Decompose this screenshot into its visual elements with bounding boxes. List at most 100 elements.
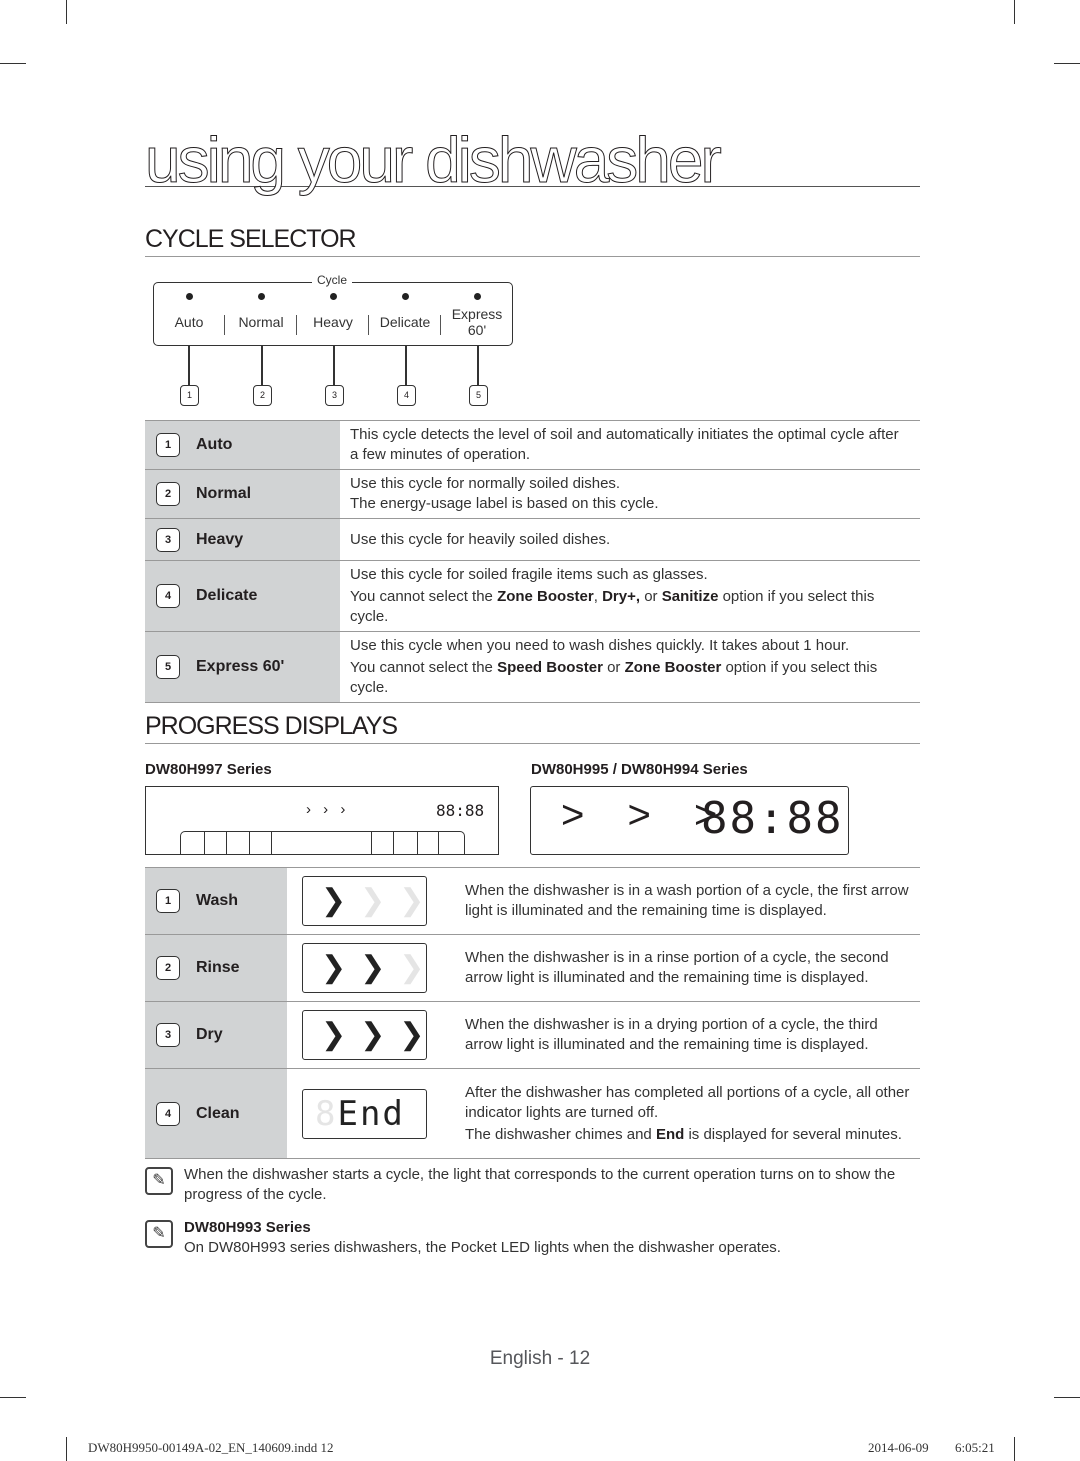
cycle-table: 1 Auto This cycle detects the level of so… [145, 420, 920, 703]
crop-mark [0, 63, 26, 64]
table-row: 2 Rinse ❯ ❯ ❯ When the dishwasher is in a… [145, 934, 920, 1002]
display-cell: ❯ ❯ ❯ [287, 934, 455, 1002]
time-readout: 88:88 [701, 793, 844, 844]
panel-separator [368, 315, 369, 335]
tray-segment [418, 832, 439, 854]
display-illustration-end: 8End [302, 1088, 427, 1139]
note-title: DW80H993 Series [184, 1219, 311, 1236]
cycle-name: Normal [196, 485, 252, 502]
panel-separator [296, 315, 297, 335]
description-line: The energy-usage label is based on this … [350, 495, 659, 512]
slug-time: 6:05:21 [955, 1440, 995, 1455]
crop-mark [1014, 1437, 1015, 1461]
arrow-indicator-on: ❯ [321, 884, 347, 917]
note-icon: ✎ [145, 1167, 173, 1195]
arrow-indicator-on: ❯ [360, 1018, 386, 1051]
indicator-dot [473, 293, 481, 300]
table-row: 1 Wash ❯ ❯ ❯ When the dishwasher is in a … [145, 867, 920, 935]
callout-number: 2 [253, 385, 272, 406]
panel-button-label: Normal [238, 314, 284, 330]
panel-button-delicate: Delicate [370, 293, 440, 330]
cycle-label-cell: 4 Delicate [145, 560, 340, 632]
description-line: Use this cycle for normally soiled dishe… [350, 475, 621, 492]
leader-line [333, 345, 335, 385]
note-body: DW80H993 Series On DW80H993 series dishw… [184, 1218, 781, 1258]
stage-description: When the dishwasher is in a rinse portio… [465, 949, 889, 986]
description-line: This cycle detects the level of soil and… [350, 426, 899, 463]
cycle-description: Use this cycle for normally soiled dishe… [340, 470, 920, 519]
stage-label-cell: 3 Dry [145, 1001, 287, 1069]
progress-table: 1 Wash ❯ ❯ ❯ When the dishwasher is in a … [145, 867, 920, 1159]
slug-date: 2014-06-09 [868, 1440, 929, 1455]
end-readout: 8End [315, 1094, 405, 1134]
panel-button-auto: Auto [154, 293, 224, 330]
arrow-indicator-on: ❯ [399, 1018, 425, 1051]
option-name: Zone Booster [497, 588, 594, 605]
tray-segment [439, 832, 464, 854]
stage-description: When the dishwasher is in a drying porti… [465, 1016, 878, 1053]
stage-description: When the dishwasher is in a wash portion… [465, 882, 909, 919]
restriction-line: You cannot select the Speed Booster or Z… [350, 658, 910, 698]
cycle-description: Use this cycle for heavily soiled dishes… [340, 519, 920, 561]
stage-number-badge: 2 [156, 956, 180, 980]
arrow-indicator-off: ❯ [399, 884, 425, 917]
series-label-dw80h997: DW80H997 Series [145, 761, 272, 778]
note: ✎ DW80H993 Series On DW80H993 series dis… [145, 1218, 905, 1258]
display-word: End [655, 1125, 685, 1143]
panel-button-heavy: Heavy [298, 293, 368, 330]
panel-button-normal: Normal [226, 293, 296, 330]
display-cell: 8End [287, 1068, 455, 1159]
display-illustration-rinse: ❯ ❯ ❯ [302, 943, 427, 993]
indicator-dot [257, 293, 265, 300]
indicator-dot [401, 293, 409, 300]
cycle-description: This cycle detects the level of soil and… [340, 421, 920, 470]
table-row: 1 Auto This cycle detects the level of so… [145, 420, 920, 470]
cycle-label-cell: 1 Auto [145, 420, 340, 470]
note-icon: ✎ [145, 1220, 173, 1248]
text: You cannot select the [350, 588, 498, 605]
unlit-digit: 8 [315, 1093, 338, 1134]
display-diagram-dw80h997: › › › 88:88 [145, 786, 499, 855]
stage-name: Dry [196, 1026, 223, 1043]
description-line: After the dishwasher has completed all p… [465, 1083, 910, 1121]
display-cell: ❯ ❯ ❯ [287, 867, 455, 935]
arrow-indicator-on: ❯ [360, 951, 386, 984]
crop-mark [66, 0, 67, 24]
text: You cannot select the [350, 659, 498, 676]
cycle-number-badge: 2 [156, 482, 180, 506]
description-line: Use this cycle when you need to wash dis… [350, 637, 850, 654]
tray-segment [227, 832, 250, 854]
description-line: Use this cycle for soiled fragile items … [350, 566, 708, 583]
option-name: Zone Booster [624, 659, 722, 676]
arrow-indicator-off: ❯ [399, 951, 425, 984]
callout-number: 5 [469, 385, 488, 406]
display-illustration-dry: ❯ ❯ ❯ [302, 1010, 427, 1060]
end-text: End [337, 1093, 405, 1134]
table-row: 4 Clean 8End After the dishwasher has com… [145, 1068, 920, 1159]
table-row: 5 Express 60' Use this cycle when you nee… [145, 631, 920, 703]
description-line: The dishwasher chimes and End is display… [465, 1125, 910, 1145]
display-cell: ❯ ❯ ❯ [287, 1001, 455, 1069]
stage-number-badge: 4 [156, 1101, 180, 1126]
panel-separator [440, 315, 441, 335]
stage-description: After the dishwasher has completed all p… [455, 1069, 920, 1159]
text: is displayed for several minutes. [684, 1125, 902, 1143]
cycle-number-badge: 4 [156, 584, 180, 608]
panel-button-label: Delicate [379, 314, 431, 330]
crop-mark [1054, 1397, 1080, 1398]
indicator-dot [329, 293, 337, 300]
crop-mark [1014, 0, 1015, 24]
restriction-line: You cannot select the Zone Booster, Dry+… [350, 587, 910, 627]
panel-button-label: Auto [174, 314, 204, 330]
panel-button-express: Express 60' [442, 293, 512, 338]
cycle-number-badge: 5 [156, 655, 180, 679]
tray-segment [181, 832, 205, 854]
text: , [593, 588, 603, 605]
cycle-description: Use this cycle for soiled fragile items … [340, 561, 920, 632]
stage-label-cell: 4 Clean [145, 1068, 287, 1159]
description-line: Use this cycle for heavily soiled dishes… [350, 530, 611, 548]
option-name: Speed Booster [497, 659, 603, 676]
page-title: using your dishwasher [145, 128, 920, 193]
cycle-description: Use this cycle when you need to wash dis… [340, 632, 920, 703]
progress-arrows: › › › [306, 801, 350, 818]
